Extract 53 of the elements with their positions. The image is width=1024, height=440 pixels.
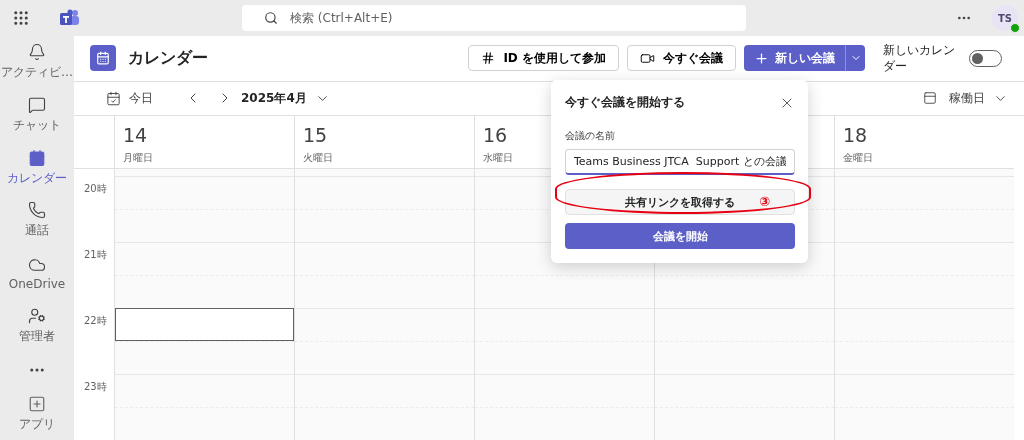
app-logo-icon xyxy=(60,9,80,27)
day-number: 18 xyxy=(843,124,868,146)
view-icon xyxy=(923,91,937,106)
phone-icon xyxy=(28,201,46,220)
new-calendar-toggle[interactable] xyxy=(969,49,1002,67)
selected-time-slot[interactable] xyxy=(115,308,294,341)
weekday-label: 水曜日 xyxy=(483,151,513,165)
meeting-name-field[interactable]: Teams Business JTCA Support との会議 xyxy=(565,149,795,175)
weekday-label: 金曜日 xyxy=(843,151,873,165)
annotation-number: ③ xyxy=(759,194,770,209)
hour-label: 23時 xyxy=(84,381,107,392)
calendar-app-icon xyxy=(90,45,116,72)
new-meeting-dropdown-button[interactable] xyxy=(845,45,865,72)
sidebar-item[interactable]: カレンダー xyxy=(0,141,74,195)
calendar-icon xyxy=(106,90,121,106)
chat-icon xyxy=(28,96,46,115)
hour-label: 20時 xyxy=(84,183,107,194)
day-number: 16 xyxy=(483,124,508,146)
view-selector[interactable]: 稼働日 xyxy=(949,89,985,107)
status-indicator xyxy=(1010,23,1020,33)
field-label: 会議の名前 xyxy=(565,129,616,143)
sidebar-item[interactable]: OneDrive xyxy=(0,246,74,300)
plus-icon xyxy=(754,50,769,66)
calendar-icon xyxy=(28,148,46,167)
new-meeting-button[interactable]: 新しい会議 xyxy=(744,45,845,72)
day-number: 15 xyxy=(303,124,328,146)
meet-now-button[interactable]: 今すぐ会議 xyxy=(627,45,736,72)
hash-icon xyxy=(481,51,496,66)
weekday-label: 火曜日 xyxy=(303,151,333,165)
weekday-label: 月曜日 xyxy=(123,151,153,165)
sidebar-item[interactable]: アプリ xyxy=(0,387,74,440)
search-icon xyxy=(264,11,278,25)
sidebar-item[interactable]: 通話 xyxy=(0,194,74,247)
add-app-icon xyxy=(28,394,46,413)
toggle-label: 新しいカレンダー xyxy=(883,42,956,75)
app-launcher-icon[interactable] xyxy=(12,9,30,27)
month-label[interactable]: 2025年4月 xyxy=(241,89,307,107)
join-with-id-button[interactable]: ID を使用して参加 xyxy=(468,45,619,72)
page-title: カレンダー xyxy=(128,47,209,69)
today-button[interactable]: 今日 xyxy=(106,89,153,107)
search-field[interactable]: 検索 (Ctrl+Alt+E) xyxy=(242,5,746,31)
user-gear-icon xyxy=(28,306,46,325)
day-number: 14 xyxy=(123,124,148,146)
sidebar-item[interactable]: アクティビ… xyxy=(0,36,74,89)
popup-title: 今すぐ会議を開始する xyxy=(565,94,685,111)
sidebar-item[interactable]: チャット xyxy=(0,88,74,142)
hour-label: 22時 xyxy=(84,315,107,326)
sidebar-item[interactable]: 管理者 xyxy=(0,299,74,353)
user-avatar[interactable]: TS xyxy=(992,5,1018,31)
start-meeting-button[interactable]: 会議を開始 xyxy=(565,223,795,249)
bell-icon xyxy=(28,43,46,62)
get-share-link-button[interactable]: 共有リンクを取得する ③ xyxy=(565,189,795,215)
hour-label: 21時 xyxy=(84,249,107,260)
